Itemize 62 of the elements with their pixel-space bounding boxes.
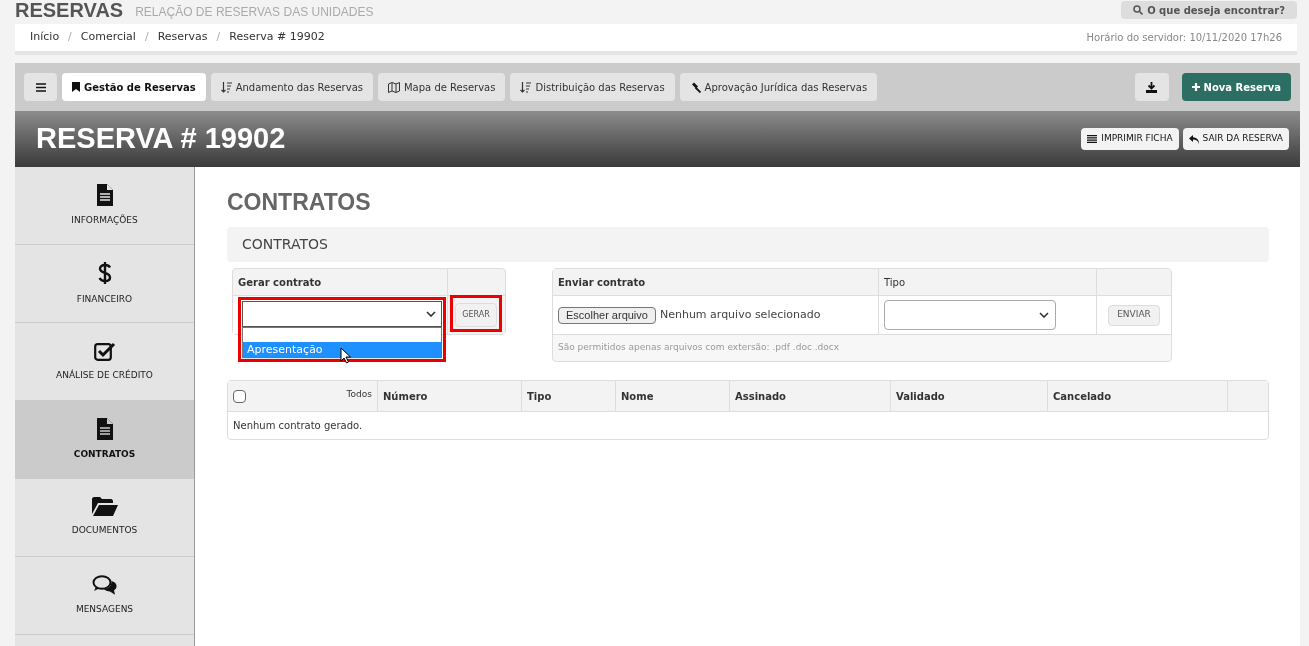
chevron-down-icon xyxy=(1039,312,1049,318)
gavel-icon xyxy=(689,81,701,93)
column-header: Assinado xyxy=(735,389,786,404)
column-header: Tipo xyxy=(527,389,552,404)
download-icon xyxy=(1146,81,1158,93)
select-all-checkbox[interactable] xyxy=(233,389,246,403)
tab[interactable]: Andamento das Reservas xyxy=(210,73,373,101)
bookmark-icon xyxy=(72,82,80,92)
column-header: Número xyxy=(383,389,428,404)
column-header: Tipo xyxy=(879,269,1097,295)
choose-file-button[interactable]: Escolher arquivo xyxy=(558,306,656,324)
page-subheading: RELAÇÃO DE RESERVAS DAS UNIDADES xyxy=(135,4,374,20)
menu-button[interactable] xyxy=(24,73,57,101)
column-header: Gerar contrato xyxy=(233,269,448,295)
breadcrumb-link[interactable]: Reservas xyxy=(157,29,208,46)
breadcrumb-separator: / xyxy=(216,29,221,46)
search-button[interactable]: O que deseja encontrar? xyxy=(1121,1,1297,19)
map-icon xyxy=(388,81,400,93)
reservation-title: RESERVA # 19902 xyxy=(36,121,286,157)
page-title: CONTRATOS xyxy=(227,189,372,215)
file-status: Nenhum arquivo selecionado xyxy=(659,306,821,323)
column-header: Validado xyxy=(896,389,945,404)
breadcrumb-separator: / xyxy=(68,29,72,46)
breadcrumb-link[interactable]: Início xyxy=(30,29,60,46)
tab[interactable]: Distribuição das Reservas xyxy=(510,73,675,101)
column-header: Nome xyxy=(621,389,654,404)
document-icon xyxy=(96,183,113,206)
breadcrumb-link[interactable]: Comercial xyxy=(80,29,136,46)
list-icon xyxy=(1087,135,1098,143)
empty-message: Nenhum contrato gerado. xyxy=(233,419,363,433)
tab[interactable]: Aprovação Jurídica das Reservas xyxy=(679,73,878,101)
generate-button[interactable]: GERAR xyxy=(455,302,497,327)
plus-icon xyxy=(1191,83,1200,91)
search-icon xyxy=(1133,5,1144,15)
folder-icon xyxy=(91,497,118,517)
dollar-icon xyxy=(97,260,112,285)
send-button[interactable]: ENVIAR xyxy=(1108,304,1160,326)
upload-hint: São permitidos apenas arquivos com extersão: .pdf .doc .docx xyxy=(558,341,840,355)
chat-bubbles-icon xyxy=(91,574,118,595)
server-time: Horário do servidor: 10/11/2020 17h26 xyxy=(1086,31,1282,45)
section-title: CONTRATOS xyxy=(242,235,328,254)
reply-icon xyxy=(1188,134,1199,144)
document-icon xyxy=(96,417,113,440)
page-heading: RESERVAS xyxy=(15,0,124,20)
action-button[interactable]: IMPRIMIR FICHA xyxy=(1081,128,1179,150)
action-button[interactable]: SAIR DA RESERVA xyxy=(1182,128,1289,150)
breadcrumb-separator: / xyxy=(144,29,149,46)
breadcrumb-link[interactable]: Reserva # 19902 xyxy=(229,29,325,46)
contract-select[interactable] xyxy=(242,301,442,327)
new-reservation-button[interactable]: Nova Reserva xyxy=(1181,73,1291,101)
column-header: Enviar contrato xyxy=(553,269,879,295)
column-header: Cancelado xyxy=(1053,389,1112,404)
select-all-label: Todos xyxy=(346,388,372,401)
chevron-down-icon xyxy=(426,311,436,317)
tab[interactable]: Mapa de Reservas xyxy=(378,73,506,101)
sidebar-item[interactable]: CONTRATOS xyxy=(15,401,194,479)
checkbox-icon xyxy=(93,340,116,361)
sort-icon xyxy=(520,81,532,93)
download-button[interactable] xyxy=(1134,73,1169,101)
tab[interactable]: Gestão de Reservas xyxy=(62,73,206,101)
sort-icon xyxy=(220,81,232,93)
menu-icon xyxy=(35,82,46,92)
